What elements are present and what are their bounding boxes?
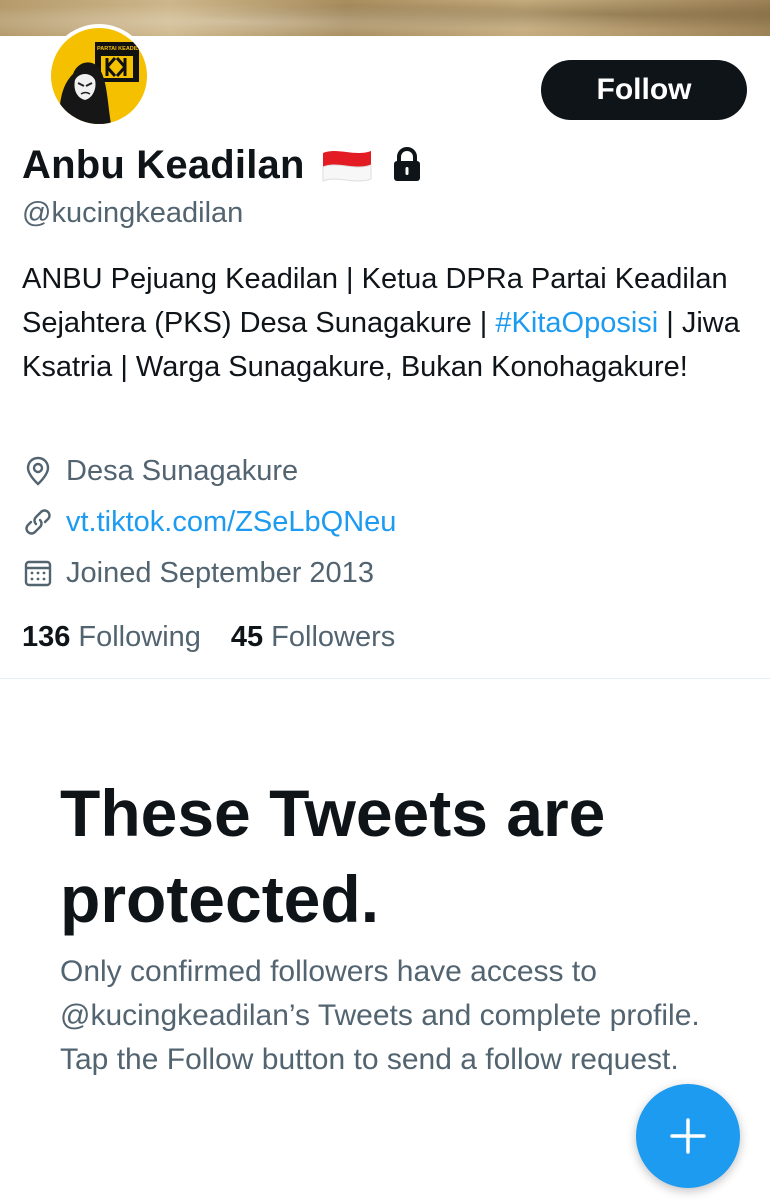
profile-joined-date: Joined September 2013 [66, 556, 374, 589]
follow-button[interactable]: Follow [541, 60, 747, 120]
display-name: Anbu Keadilan [22, 142, 305, 187]
plus-icon [670, 1118, 706, 1154]
lock-icon [393, 146, 420, 181]
indonesia-flag-icon [322, 151, 372, 182]
link-icon [25, 509, 51, 535]
following-link[interactable]: 136 Following [22, 621, 201, 654]
avatar-logo-text: PARTAI KEADILAN [97, 46, 147, 52]
section-divider [0, 678, 770, 679]
calendar-icon [24, 560, 52, 587]
followers-label: Followers [271, 620, 396, 653]
profile-bio: ANBU Pejuang Keadilan | Ketua DPRa Parta… [22, 257, 742, 389]
profile-website-row: vt.tiktok.com/ZSeLbQNeu [22, 502, 396, 542]
profile-handle: @kucingkeadilan [22, 197, 244, 229]
location-pin-icon [26, 456, 50, 486]
followers-link[interactable]: 45 Followers [231, 621, 395, 654]
protected-tweets-message: Only confirmed followers have access to … [60, 955, 700, 1076]
followers-count: 45 [230, 620, 264, 653]
profile-location: Desa Sunagakure [66, 454, 299, 487]
profile-avatar[interactable]: PARTAI KEADILAN [47, 24, 151, 128]
profile-website-link[interactable]: vt.tiktok.com/ZSeLbQNeu [66, 506, 396, 539]
following-count: 136 [22, 620, 71, 653]
bio-hashtag-link[interactable]: #KitaOposisi [495, 307, 658, 339]
profile-joined-row: Joined September 2013 [22, 553, 374, 593]
profile-counts: 136 Following 45 Followers [22, 617, 395, 657]
profile-name-row: Anbu Keadilan [22, 140, 425, 190]
profile-location-row: Desa Sunagakure [22, 451, 298, 491]
following-label: Following [78, 620, 201, 653]
compose-tweet-button[interactable] [636, 1084, 740, 1188]
protected-tweets-title: These Tweets are protected. [60, 776, 606, 936]
